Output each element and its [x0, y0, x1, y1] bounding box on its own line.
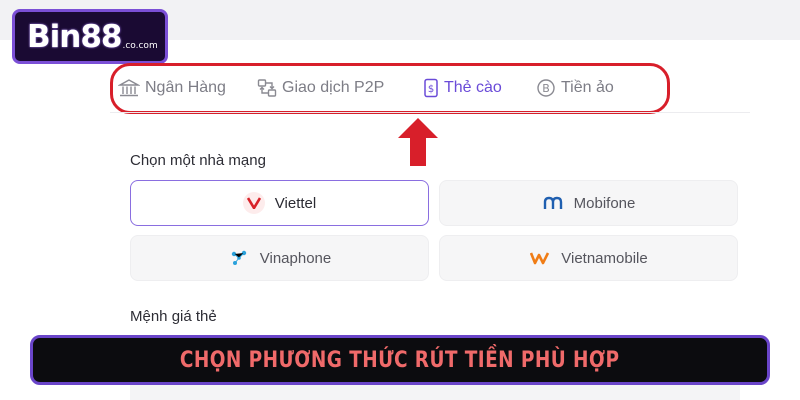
vinaphone-icon: [228, 247, 250, 269]
p2p-icon: [257, 79, 277, 97]
carrier-option-vinaphone[interactable]: Vinaphone: [130, 235, 429, 281]
pointer-arrow-icon: [398, 118, 438, 166]
tab-p2p-label: Giao dịch P2P: [282, 79, 385, 96]
svg-text:B: B: [542, 82, 550, 95]
brand-logo[interactable]: Bin88 .co.com: [12, 9, 168, 64]
tab-crypto[interactable]: B Tiền ảo: [536, 77, 614, 99]
carrier-label: Viettel: [274, 194, 317, 212]
denomination-section-title: Mệnh giá thẻ: [130, 308, 217, 325]
bank-icon: [118, 79, 140, 97]
bitcoin-icon: B: [537, 79, 555, 97]
tab-scratch-card-label: Thẻ cào: [444, 79, 502, 96]
tab-bank-label: Ngân Hàng: [145, 79, 226, 96]
viettel-icon: [242, 192, 265, 214]
vietnamobile-icon: [529, 247, 551, 269]
carrier-option-mobifone[interactable]: Mobifone: [439, 180, 738, 226]
carrier-section-title: Chọn một nhà mạng: [130, 152, 266, 169]
svg-text:$: $: [428, 84, 434, 95]
mobifone-icon: [542, 192, 564, 214]
caption-banner: CHỌN PHƯƠNG THỨC RÚT TIỀN PHÙ HỢP: [30, 335, 770, 385]
tab-crypto-label: Tiền ảo: [561, 79, 614, 96]
carrier-option-vietnamobile[interactable]: Vietnamobile: [439, 235, 738, 281]
brand-domain: .co.com: [122, 41, 158, 51]
scratch-card-icon: $: [424, 78, 438, 98]
carrier-option-viettel[interactable]: Viettel: [130, 180, 429, 226]
carrier-label: Mobifone: [573, 194, 636, 212]
tab-bank[interactable]: Ngân Hàng: [118, 77, 226, 99]
tab-scratch-card[interactable]: $ Thẻ cào: [423, 77, 502, 99]
banner-text: CHỌN PHƯƠNG THỨC RÚT TIỀN PHÙ HỢP: [180, 347, 620, 373]
tab-p2p[interactable]: Giao dịch P2P: [257, 77, 384, 99]
carrier-label: Vinaphone: [259, 249, 332, 267]
brand-name: Bin88: [27, 19, 122, 55]
carrier-label: Vietnamobile: [561, 249, 648, 267]
tabs-divider: [110, 112, 750, 113]
